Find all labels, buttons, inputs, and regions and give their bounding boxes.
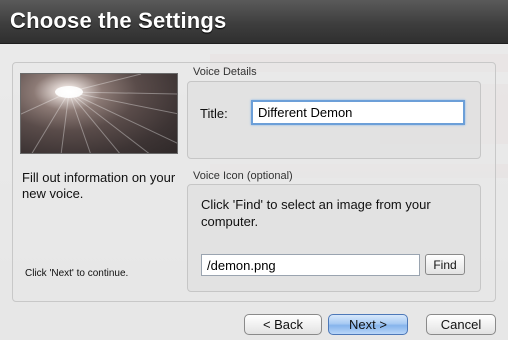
sidebar-description: Fill out information on your new voice.	[22, 170, 176, 201]
voice-icon-label: Voice Icon (optional)	[193, 170, 293, 182]
find-instructions: Click 'Find' to select an image from you…	[201, 197, 431, 229]
voice-preview-image	[20, 73, 178, 154]
continue-hint: Click 'Next' to continue.	[25, 268, 129, 279]
next-button[interactable]: Next >	[328, 314, 408, 335]
title-label: Title:	[200, 106, 228, 121]
voice-details-label: Voice Details	[193, 66, 257, 78]
icon-path-input[interactable]	[201, 254, 420, 276]
light-burst-icon	[21, 74, 177, 153]
header-bar: Choose the Settings	[0, 0, 508, 44]
title-input[interactable]	[251, 100, 465, 125]
cancel-button[interactable]: Cancel	[426, 314, 496, 335]
find-button[interactable]: Find	[425, 254, 465, 275]
back-button[interactable]: < Back	[244, 314, 322, 335]
page-title: Choose the Settings	[10, 8, 227, 33]
